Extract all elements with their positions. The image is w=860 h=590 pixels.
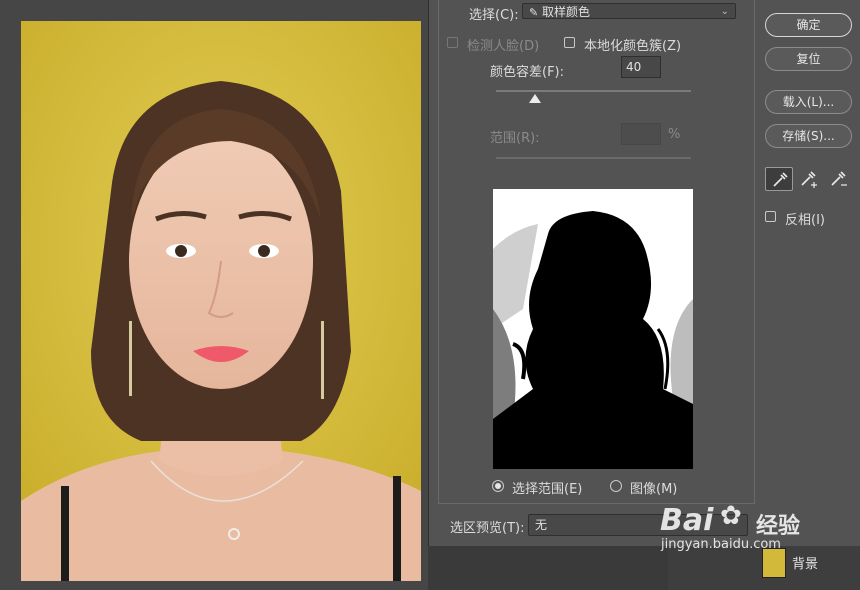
selection-preview-dropdown[interactable]: 无 bbox=[528, 514, 748, 536]
radio-selection[interactable] bbox=[492, 480, 504, 492]
eyedropper-small-icon: ✎ bbox=[529, 6, 539, 19]
portrait-image bbox=[21, 21, 421, 581]
selection-preview-value: 无 bbox=[535, 518, 548, 532]
range-slider-track[interactable] bbox=[496, 157, 691, 159]
fuzziness-input[interactable]: 40 bbox=[621, 56, 661, 78]
select-label: 选择(C): bbox=[469, 8, 519, 23]
invert-checkbox[interactable] bbox=[765, 211, 776, 222]
radio-image[interactable] bbox=[610, 480, 622, 492]
ok-button[interactable]: 确定 bbox=[765, 13, 852, 37]
range-unit: % bbox=[668, 127, 681, 142]
eyedropper-add-tool[interactable] bbox=[795, 167, 823, 191]
layers-panel: 背景 bbox=[668, 546, 860, 590]
detect-faces-label: 检测人脸(D) bbox=[467, 39, 540, 54]
eyedropper-subtract-tool[interactable] bbox=[825, 167, 853, 191]
fuzziness-label: 颜色容差(F): bbox=[490, 65, 565, 80]
eyedropper-tool[interactable] bbox=[765, 167, 793, 191]
invert-label: 反相(I) bbox=[785, 213, 825, 228]
fuzziness-slider-track[interactable] bbox=[496, 90, 691, 92]
range-label: 范围(R): bbox=[490, 131, 540, 146]
eyedropper-icon bbox=[773, 172, 788, 187]
eyedropper-minus-icon bbox=[831, 171, 847, 186]
layer-thumbnail[interactable] bbox=[762, 548, 786, 578]
mask-preview bbox=[493, 189, 693, 469]
radio-image-label: 图像(M) bbox=[630, 482, 678, 497]
chevron-down-icon: ⌄ bbox=[720, 6, 729, 17]
portrait-photo[interactable] bbox=[21, 21, 421, 581]
localized-clusters-label: 本地化颜色簇(Z) bbox=[584, 39, 682, 54]
save-button[interactable]: 存储(S)... bbox=[765, 124, 852, 148]
range-input[interactable] bbox=[621, 123, 661, 145]
select-dropdown[interactable]: ✎ 取样颜色 ⌄ bbox=[522, 3, 736, 19]
color-range-dialog: 选择(C): ✎ 取样颜色 ⌄ 检测人脸(D) 本地化颜色簇(Z) 颜色容差(F… bbox=[428, 0, 860, 546]
reset-button[interactable]: 复位 bbox=[765, 47, 852, 71]
layer-name[interactable]: 背景 bbox=[792, 553, 818, 572]
localized-clusters-checkbox[interactable] bbox=[564, 37, 575, 48]
select-dropdown-value: 取样颜色 bbox=[542, 5, 591, 19]
selection-preview-image bbox=[493, 189, 693, 469]
canvas-area bbox=[0, 0, 428, 590]
selection-preview-label: 选区预览(T): bbox=[450, 521, 525, 536]
radio-selection-label: 选择范围(E) bbox=[512, 482, 583, 497]
fuzziness-slider-thumb[interactable] bbox=[529, 94, 541, 103]
load-button[interactable]: 载入(L)... bbox=[765, 90, 852, 114]
eyedropper-plus-icon bbox=[801, 171, 817, 188]
detect-faces-checkbox[interactable] bbox=[447, 37, 458, 48]
